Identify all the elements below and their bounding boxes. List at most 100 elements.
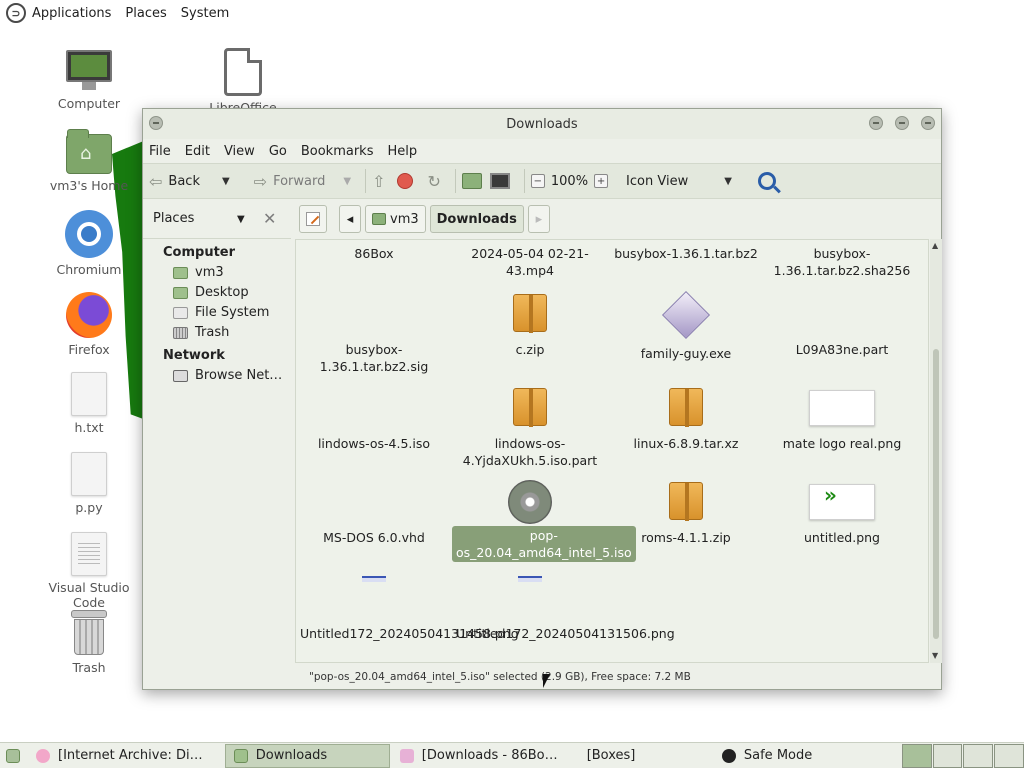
forward-label: Forward [273, 173, 326, 189]
file-item[interactable]: roms-4.1.1.zip [608, 478, 764, 547]
sidebar-group-computer: Computer [163, 245, 236, 260]
maximize-icon[interactable] [895, 116, 909, 130]
file-item[interactable]: lindows-os-4.YjdaXUkh.5.iso.part [452, 384, 608, 470]
path-segment-vm3[interactable]: vm3 [365, 205, 426, 233]
zoom-in-button[interactable]: + [594, 174, 609, 188]
task-internet-archive[interactable]: [Internet Archive: Di… [28, 744, 223, 768]
sidebar-item-browse-network[interactable]: Browse Net… [143, 363, 291, 383]
scroll-down-icon[interactable]: ▼ [932, 651, 938, 660]
file-name: L09A83ne.part [795, 342, 889, 357]
menu-file[interactable]: File [149, 144, 171, 159]
file-name: MS-DOS 6.0.vhd [323, 530, 425, 545]
desktop-icon-chromium[interactable]: Chromium [34, 210, 144, 277]
workspace-1[interactable] [901, 743, 932, 768]
path-segment-downloads[interactable]: Downloads [429, 205, 524, 233]
desktop-icon-label: Computer [57, 96, 121, 111]
desktop-icon-libreoffice[interactable]: LibreOffice [188, 48, 298, 115]
menu-go[interactable]: Go [269, 144, 287, 159]
reload-button[interactable]: ↻ [427, 172, 440, 191]
task-boxes[interactable]: [Boxes] [573, 744, 712, 768]
path-scroll-right-button[interactable]: ▸ [527, 205, 550, 233]
show-desktop-button[interactable] [0, 744, 26, 768]
back-label: Back [168, 173, 200, 189]
sidebar-item-label: Trash [195, 325, 230, 340]
sidebar-item-vm3[interactable]: vm3 [143, 260, 291, 280]
file-item[interactable]: lindows-os-4.5.iso [296, 384, 452, 453]
file-name: untitled.png [804, 530, 880, 545]
file-item[interactable]: 86Box [296, 244, 452, 263]
sidebar-item-file-system[interactable]: File System [143, 300, 291, 320]
system-menu-label: System [180, 5, 230, 21]
desktop-icon-p-py[interactable]: p.py [34, 452, 144, 515]
file-item[interactable]: mate logo real.png [764, 384, 920, 453]
up-button[interactable]: ⇧ [372, 172, 385, 191]
forward-button[interactable]: ⇨ Forward ▼ [254, 172, 351, 191]
chevron-left-icon: ◂ [346, 211, 354, 227]
file-item[interactable]: busybox-1.36.1.tar.bz2.sha256 [764, 244, 920, 280]
back-button[interactable]: ⇦ Back ▼ [149, 172, 230, 191]
menu-bookmarks[interactable]: Bookmarks [301, 144, 374, 159]
computer-button[interactable] [489, 173, 510, 189]
forward-history-dropdown-icon[interactable]: ▼ [343, 176, 351, 187]
file-item[interactable]: busybox-1.36.1.tar.bz2.sig [296, 290, 452, 376]
file-item[interactable]: busybox-1.36.1.tar.bz2 [608, 244, 764, 263]
desktop-icon-vscode[interactable]: Visual Studio Code [34, 532, 144, 610]
scrollbar-thumb[interactable] [933, 349, 939, 639]
search-button[interactable] [757, 172, 776, 190]
close-icon[interactable] [921, 116, 935, 130]
desktop-folder-icon [173, 286, 188, 299]
applications-menu[interactable]: ⊃ Applications [6, 3, 111, 23]
workspace-4[interactable] [994, 743, 1024, 768]
file-item[interactable]: family-guy.exe [608, 290, 764, 363]
show-desktop-icon [6, 748, 20, 763]
vertical-scrollbar[interactable]: ▲ ▼ [930, 239, 942, 663]
back-history-dropdown-icon[interactable]: ▼ [222, 176, 230, 187]
window-titlebar[interactable]: Downloads [143, 109, 941, 139]
system-menu[interactable]: System [181, 6, 229, 21]
workspace-3[interactable] [963, 743, 994, 768]
top-panel: ⊃ Applications Places System [0, 0, 1024, 26]
places-menu[interactable]: Places [125, 6, 166, 21]
menu-edit[interactable]: Edit [185, 144, 210, 159]
file-item[interactable]: untitled.png [764, 478, 920, 547]
file-item-selected[interactable]: pop-os_20.04_amd64_intel_5.iso [452, 478, 636, 562]
sidebar-item-desktop[interactable]: Desktop [143, 280, 291, 300]
file-manager-window: Downloads File Edit View Go Bookmarks He… [142, 108, 942, 690]
file-item[interactable]: MS-DOS 6.0.vhd [296, 478, 452, 547]
file-name: Untitled172_20240504131506.png [456, 626, 675, 641]
location-edit-button[interactable] [299, 205, 327, 233]
icon-view[interactable]: 86Box 2024-05-04 02-21-43.mp4 busybox-1.… [295, 239, 929, 663]
desktop-icon-trash[interactable]: Trash [34, 610, 144, 675]
minimize-icon[interactable] [869, 116, 883, 130]
file-item[interactable]: Untitled172_20240504131458.png [296, 570, 519, 643]
file-item[interactable]: linux-6.8.9.tar.xz [608, 384, 764, 453]
desktop-icon-computer[interactable]: Computer [34, 48, 144, 111]
task-86box[interactable]: [Downloads - 86Bo… [392, 744, 571, 768]
zoom-out-button[interactable]: − [530, 174, 545, 188]
task-downloads[interactable]: Downloads [224, 743, 390, 768]
sidebar-type-dropdown-icon[interactable]: ▼ [237, 214, 245, 225]
file-item[interactable]: L09A83ne.part [764, 290, 920, 359]
menu-help[interactable]: Help [387, 144, 417, 159]
desktop-icon-firefox[interactable]: Firefox [34, 292, 144, 357]
view-mode-label: Icon View [626, 173, 689, 189]
safe-mode-icon [721, 748, 736, 763]
desktop-icon-label: p.py [75, 500, 103, 515]
path-scroll-left-button[interactable]: ◂ [339, 205, 361, 233]
scroll-up-icon[interactable]: ▲ [932, 241, 938, 250]
sidebar-item-trash[interactable]: Trash [143, 320, 291, 340]
sidebar-header: Places ▼ ✕ [143, 199, 291, 239]
desktop-icon-home[interactable]: ⌂ vm3's Home [34, 129, 144, 193]
desktop-icon-h-txt[interactable]: h.txt [34, 372, 144, 435]
home-button[interactable] [461, 173, 482, 189]
view-mode-select[interactable]: Icon View ▼ [626, 174, 732, 189]
sidebar-close-icon[interactable]: ✕ [263, 209, 276, 228]
task-safe-mode[interactable]: Safe Mode [714, 744, 899, 768]
file-item[interactable]: 2024-05-04 02-21-43.mp4 [452, 244, 608, 280]
workspace-2[interactable] [932, 743, 963, 768]
stop-button[interactable] [397, 173, 414, 189]
window-menu-icon[interactable] [149, 116, 163, 130]
menu-view[interactable]: View [224, 144, 255, 159]
file-item[interactable]: Untitled172_20240504131506.png [452, 570, 675, 643]
file-item[interactable]: c.zip [452, 290, 608, 359]
